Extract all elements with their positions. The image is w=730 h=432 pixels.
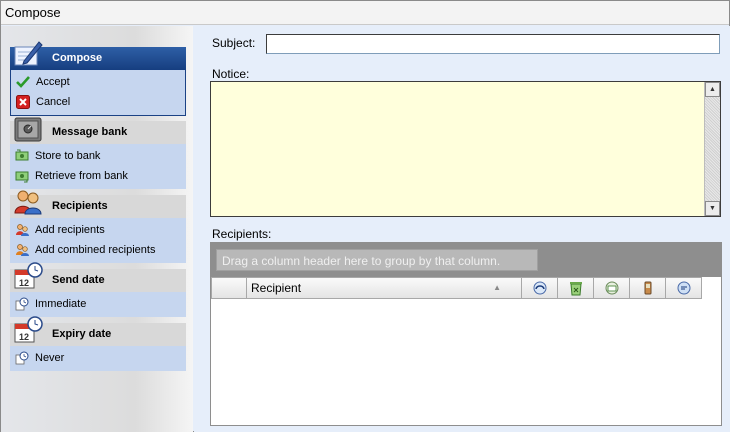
- group-body-recipients: Add recipients Add combined recipients: [10, 218, 186, 263]
- email-send-icon: [605, 281, 618, 295]
- group-send-date: 12 Send date Immediate: [10, 262, 186, 317]
- safe-icon: [14, 117, 42, 142]
- group-header-compose[interactable]: Compose: [10, 41, 186, 70]
- immediate-option[interactable]: Immediate: [10, 294, 186, 314]
- group-compose: Compose Accept Cancel: [10, 41, 186, 116]
- checkmark-icon: [16, 76, 30, 88]
- bank-store-icon: [15, 149, 29, 161]
- group-body-compose: Accept Cancel: [10, 70, 186, 116]
- notice-label: Notice:: [212, 67, 250, 81]
- column-header-indicator[interactable]: [211, 277, 247, 299]
- svg-text:12: 12: [19, 278, 29, 288]
- calendar-clock-icon: 12: [14, 316, 43, 343]
- mobile-phone-icon: [644, 281, 651, 295]
- cancel-button[interactable]: Cancel: [11, 92, 185, 112]
- group-header-message-bank[interactable]: Message bank: [10, 117, 186, 144]
- add-recipients-button[interactable]: Add recipients: [10, 220, 186, 240]
- notice-textarea[interactable]: [211, 82, 704, 216]
- item-label: Add combined recipients: [35, 244, 156, 256]
- recycle-bin-icon: [569, 282, 582, 296]
- message-bubble-icon: [677, 281, 690, 295]
- item-label: Retrieve from bank: [35, 170, 128, 182]
- calendar-clock-icon: 12: [14, 262, 43, 289]
- compose-window: Compose Compose Accept Cancel Message ba…: [0, 0, 730, 432]
- clock-icon: [15, 351, 29, 365]
- group-by-panel[interactable]: Drag a column header here to group by th…: [211, 243, 721, 277]
- store-to-bank-button[interactable]: Store to bank: [10, 146, 186, 166]
- phone-receive-icon: [533, 281, 546, 295]
- retrieve-from-bank-button[interactable]: Retrieve from bank: [10, 166, 186, 186]
- bank-retrieve-icon: [15, 171, 29, 183]
- notice-box: ▲ ▼: [210, 81, 721, 217]
- group-header-recipients[interactable]: Recipients: [10, 190, 186, 218]
- users-icon: [14, 190, 42, 215]
- group-title: Recipients: [52, 200, 108, 212]
- recipients-grid: Drag a column header here to group by th…: [210, 242, 722, 426]
- scroll-up-arrow-icon[interactable]: ▲: [705, 82, 720, 97]
- item-label: Store to bank: [35, 150, 101, 162]
- group-message-bank: Message bank Store to bank Retrieve from…: [10, 117, 186, 189]
- group-expiry-date: 12 Expiry date Never: [10, 316, 186, 371]
- grid-header-row: Recipient ▲: [211, 277, 702, 299]
- cancel-x-icon: [16, 95, 30, 109]
- never-option[interactable]: Never: [10, 348, 186, 368]
- column-header-recipient[interactable]: Recipient ▲: [247, 277, 522, 299]
- scroll-down-arrow-icon[interactable]: ▼: [705, 201, 720, 216]
- item-label: Never: [35, 352, 65, 364]
- accept-button[interactable]: Accept: [11, 72, 185, 92]
- add-combined-recipients-button[interactable]: Add combined recipients: [10, 240, 186, 260]
- item-label: Cancel: [36, 96, 71, 108]
- column-header-mobile[interactable]: [630, 277, 666, 299]
- group-title: Compose: [52, 52, 103, 64]
- group-header-expiry-date[interactable]: 12 Expiry date: [10, 316, 186, 346]
- subject-input[interactable]: [266, 34, 720, 54]
- subject-label: Subject:: [212, 36, 256, 50]
- svg-text:12: 12: [19, 332, 29, 342]
- add-user-icon: [16, 224, 29, 236]
- notice-scrollbar[interactable]: ▲ ▼: [704, 82, 720, 216]
- add-group-icon: [16, 244, 29, 256]
- group-title: Send date: [52, 274, 105, 286]
- compose-form: Subject: Notice: ▲ ▼ Recipients: Drag a …: [194, 26, 730, 432]
- sort-arrow-icon: ▲: [493, 283, 501, 292]
- column-header-email[interactable]: [594, 277, 630, 299]
- group-recipients: Recipients Add recipients Add combined r…: [10, 190, 186, 263]
- group-title: Expiry date: [52, 328, 112, 340]
- group-by-hint: Drag a column header here to group by th…: [216, 249, 538, 271]
- column-header-phone[interactable]: [522, 277, 558, 299]
- clock-icon: [15, 297, 29, 311]
- group-title: Message bank: [52, 126, 128, 138]
- item-label: Immediate: [35, 298, 87, 310]
- group-body-message-bank: Store to bank Retrieve from bank: [10, 144, 186, 189]
- window-title: Compose: [1, 1, 729, 25]
- task-panel: Compose Accept Cancel Message bank Store…: [1, 26, 193, 432]
- column-header-label: Recipient: [251, 281, 302, 295]
- group-body-send-date: Immediate: [10, 292, 186, 317]
- column-header-delete[interactable]: [558, 277, 594, 299]
- compose-pen-icon: [14, 41, 43, 66]
- item-label: Accept: [36, 76, 70, 88]
- item-label: Add recipients: [35, 224, 105, 236]
- recipients-label: Recipients:: [212, 227, 272, 241]
- column-header-message[interactable]: [666, 277, 702, 299]
- group-header-send-date[interactable]: 12 Send date: [10, 262, 186, 292]
- group-body-expiry-date: Never: [10, 346, 186, 371]
